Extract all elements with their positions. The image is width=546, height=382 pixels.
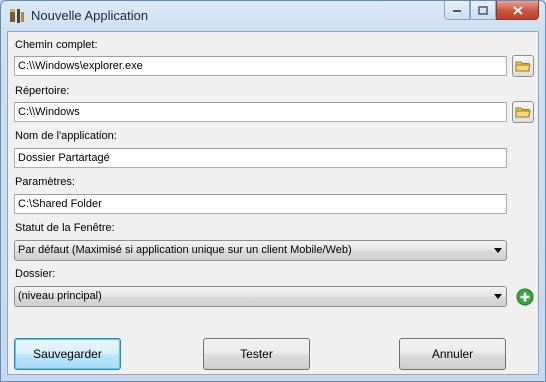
dossier-select[interactable]: (niveau principal): [14, 286, 507, 307]
nom-input[interactable]: Dossier Partartagé: [14, 148, 507, 168]
test-button[interactable]: Tester: [203, 338, 310, 370]
statut-select[interactable]: Par défaut (Maximisé si application uniq…: [14, 240, 507, 261]
dialog-window: Nouvelle Application Chemin complet: C:\…: [0, 0, 546, 382]
application-icon: [9, 8, 25, 24]
repertoire-label: Répertoire:: [15, 85, 70, 97]
dialog-content: Chemin complet: C:\\Windows\explorer.exe…: [7, 31, 539, 375]
save-button[interactable]: Sauvegarder: [14, 338, 121, 370]
repertoire-browse-button[interactable]: [512, 101, 534, 123]
minimize-icon: [453, 10, 461, 12]
cancel-button[interactable]: Annuler: [399, 338, 506, 370]
add-icon: [516, 288, 534, 306]
chevron-down-icon: [494, 248, 502, 253]
chevron-down-icon: [494, 294, 502, 299]
folder-icon: [515, 107, 531, 118]
parametres-label: Paramètres:: [15, 176, 75, 188]
chemin-label: Chemin complet:: [15, 39, 98, 51]
folder-icon: [515, 61, 531, 72]
statut-label: Statut de la Fenêtre:: [15, 222, 115, 234]
minimize-button[interactable]: [444, 1, 470, 20]
dossier-label: Dossier:: [15, 268, 56, 280]
parametres-input[interactable]: C:\Shared Folder: [14, 194, 507, 214]
maximize-icon: [478, 5, 488, 15]
chemin-browse-button[interactable]: [512, 55, 534, 77]
add-folder-button[interactable]: [516, 288, 534, 306]
statut-value: Par défaut (Maximisé si application uniq…: [18, 244, 352, 256]
close-button[interactable]: [496, 1, 539, 20]
repertoire-input[interactable]: C:\\Windows: [14, 102, 507, 122]
title-bar[interactable]: Nouvelle Application: [1, 1, 545, 31]
close-icon: [512, 5, 523, 15]
nom-label: Nom de l'application:: [15, 130, 117, 142]
dossier-value: (niveau principal): [18, 290, 102, 302]
window-title: Nouvelle Application: [31, 8, 149, 23]
maximize-button[interactable]: [470, 1, 496, 20]
chemin-input[interactable]: C:\\Windows\explorer.exe: [14, 56, 507, 76]
caption-buttons: [444, 1, 539, 20]
